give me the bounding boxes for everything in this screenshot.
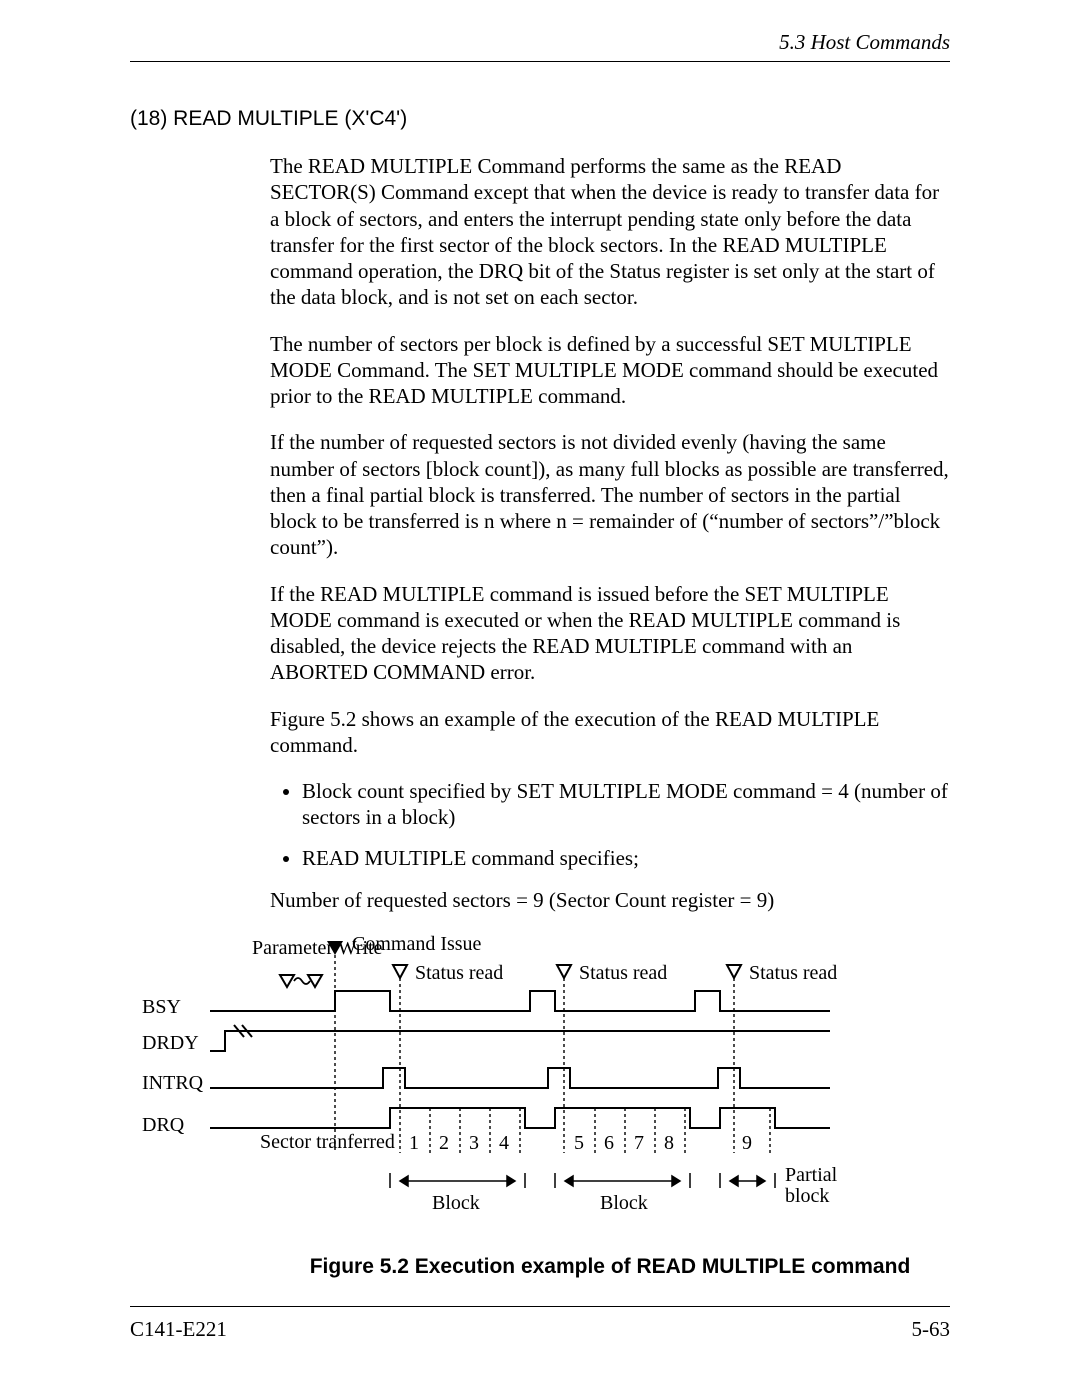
header-section: 5.3 Host Commands (779, 30, 950, 54)
footer-page-number: 5-63 (912, 1317, 951, 1342)
figure-caption: Figure 5.2 Execution example of READ MUL… (270, 1254, 950, 1280)
label-status-read: Status read (415, 961, 503, 986)
label-bsy: BSY (142, 995, 181, 1020)
label-drdy: DRDY (142, 1031, 199, 1056)
page: { "header": { "section": "5.3 Host Comma… (0, 0, 1080, 1397)
num-6: 6 (604, 1131, 614, 1156)
paragraph: The number of sectors per block is defin… (270, 331, 950, 410)
label-status-read: Status read (579, 961, 667, 986)
label-command-issue: Command Issue (352, 932, 481, 957)
num-4: 4 (499, 1131, 509, 1156)
num-8: 8 (664, 1131, 674, 1156)
label-partial-block-l1: Partial (785, 1164, 837, 1186)
paragraph: If the number of requested sectors is no… (270, 429, 950, 560)
label-drq: DRQ (142, 1113, 184, 1138)
bullet-list: Block count specified by SET MULTIPLE MO… (270, 778, 950, 871)
label-intrq: INTRQ (142, 1071, 203, 1096)
list-item: Block count specified by SET MULTIPLE MO… (302, 778, 950, 831)
label-parameter-write: Parameter Write (252, 938, 327, 959)
label-partial-block-l2: block (785, 1185, 829, 1207)
sector-count-line: Number of requested sectors = 9 (Sector … (270, 887, 950, 913)
label-status-read: Status read (749, 961, 837, 986)
num-9: 9 (742, 1131, 752, 1156)
label-block: Block (432, 1191, 480, 1216)
paragraph: The READ MULTIPLE Command performs the s… (270, 153, 950, 311)
num-3: 3 (469, 1131, 479, 1156)
list-item: READ MULTIPLE command specifies; (302, 845, 950, 871)
page-footer: C141-E221 5-63 (130, 1306, 950, 1342)
body-text-block: The READ MULTIPLE Command performs the s… (270, 153, 950, 1280)
paragraph: If the READ MULTIPLE command is issued b… (270, 581, 950, 686)
paragraph: Figure 5.2 shows an example of the execu… (270, 706, 950, 759)
num-1: 1 (409, 1131, 419, 1156)
timing-diagram: Parameter Write Command Issue Status rea… (130, 933, 950, 1228)
section-heading: (18) READ MULTIPLE (X'C4') (130, 107, 950, 131)
running-header: 5.3 Host Commands (130, 30, 950, 62)
num-2: 2 (439, 1131, 449, 1156)
label-block: Block (600, 1191, 648, 1216)
footer-doc-id: C141-E221 (130, 1317, 227, 1341)
label-sector-transferred: Sector tranferred (260, 1131, 350, 1153)
num-7: 7 (634, 1131, 644, 1156)
num-5: 5 (574, 1131, 584, 1156)
